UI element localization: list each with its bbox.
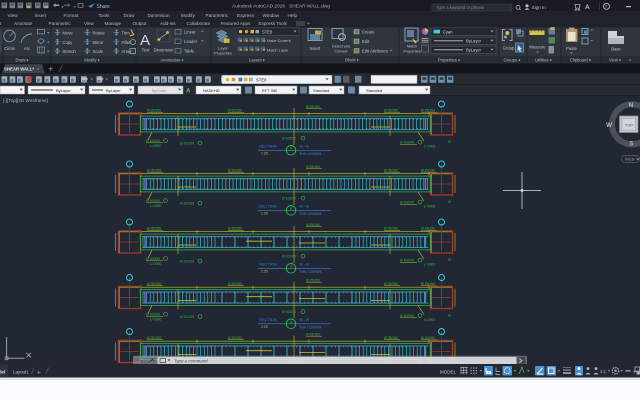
svg-text:ByLayer: ByLayer: [466, 48, 482, 53]
svg-text:Help: Help: [288, 13, 298, 18]
svg-text:Measure: Measure: [529, 45, 546, 50]
svg-text:Make Current: Make Current: [267, 38, 291, 43]
svg-text:Manage: Manage: [105, 21, 122, 26]
svg-text:Insert: Insert: [310, 46, 321, 51]
svg-text:Sign In: Sign In: [532, 5, 547, 10]
svg-text:Properties ▾: Properties ▾: [438, 57, 460, 62]
svg-text:View: View: [8, 13, 19, 18]
svg-text:Text: Text: [142, 48, 151, 53]
svg-text:Dimension: Dimension: [148, 13, 171, 18]
svg-text:Layers ▾: Layers ▾: [249, 57, 265, 62]
svg-text:Modify ▾: Modify ▾: [84, 57, 100, 62]
svg-text:ByLayer: ByLayer: [106, 88, 121, 93]
svg-text:Autodesk AutoCAD 2026 SHEAR: Autodesk AutoCAD 2026 SHEAR WALL.dwg: [232, 4, 330, 10]
svg-text:W: W: [606, 122, 612, 129]
svg-text:Group: Group: [503, 46, 515, 51]
svg-text:Scale: Scale: [93, 49, 104, 54]
svg-text:Type a command: Type a command: [174, 359, 208, 364]
svg-text:EFT 350: EFT 350: [262, 88, 278, 93]
svg-text:?: ?: [605, 4, 608, 9]
svg-text:Window: Window: [263, 13, 280, 18]
svg-text:Annotate: Annotate: [14, 21, 33, 26]
svg-text:Parametric: Parametric: [206, 13, 229, 18]
svg-text:Arc: Arc: [24, 46, 30, 51]
svg-text:Trim: Trim: [122, 30, 131, 35]
svg-text:A: A: [585, 4, 590, 11]
svg-text:·: ·: [593, 5, 594, 10]
svg-text:Annotation ▾: Annotation ▾: [160, 57, 183, 62]
svg-text:N: N: [629, 102, 634, 109]
svg-text:Groups ▾: Groups ▾: [504, 57, 521, 62]
svg-text:Utilities ▾: Utilities ▾: [535, 57, 552, 62]
svg-text:Base: Base: [611, 47, 621, 52]
svg-text:Add-ins: Add-ins: [160, 21, 176, 26]
svg-text:TOP: TOP: [625, 123, 633, 128]
svg-text:Tools: Tools: [99, 13, 111, 18]
svg-text:Type a keyword or phrase: Type a keyword or phrase: [436, 5, 485, 10]
svg-text:Dimension: Dimension: [154, 48, 174, 53]
svg-text:Table: Table: [184, 49, 195, 54]
svg-text:+: +: [49, 65, 54, 74]
svg-text:A: A: [186, 89, 191, 95]
svg-text:Properties: Properties: [403, 49, 420, 53]
svg-text:ByLayer: ByLayer: [56, 88, 71, 93]
svg-text:Format: Format: [64, 13, 80, 18]
svg-text:Convert: Convert: [335, 49, 348, 53]
svg-text:+: +: [633, 369, 637, 376]
svg-text:S: S: [629, 140, 633, 147]
svg-text:WCS: WCS: [625, 157, 635, 162]
svg-text:STE8: STE8: [256, 78, 267, 83]
svg-text:Create: Create: [362, 30, 375, 35]
svg-text:Draw ▾: Draw ▾: [15, 57, 28, 62]
svg-text:Rotate: Rotate: [93, 30, 106, 35]
svg-text:Modify: Modify: [181, 13, 195, 18]
svg-text:Leader: Leader: [184, 39, 198, 44]
svg-text:+: +: [37, 369, 41, 376]
svg-text:×: ×: [37, 66, 40, 71]
svg-text:Copy: Copy: [63, 40, 74, 45]
svg-text:Collaborate: Collaborate: [187, 21, 211, 26]
svg-text:Circle: Circle: [4, 46, 15, 51]
svg-text:A: A: [140, 32, 150, 49]
svg-text:Share: Share: [97, 4, 111, 10]
svg-text:Parametric: Parametric: [49, 21, 72, 26]
svg-text:View: View: [84, 21, 95, 26]
svg-text:Detect and: Detect and: [332, 45, 350, 49]
svg-text:·: ·: [612, 5, 613, 10]
svg-text:Edit: Edit: [362, 39, 370, 44]
svg-text:SHEAR WALL*: SHEAR WALL*: [4, 66, 34, 71]
svg-text:1:1: 1:1: [600, 369, 607, 374]
svg-text:Block ▾: Block ▾: [345, 57, 359, 62]
svg-text:Paste: Paste: [566, 46, 577, 51]
svg-text:ByLayer: ByLayer: [466, 39, 482, 44]
svg-text:Fillet: Fillet: [122, 40, 132, 45]
svg-text:Properties: Properties: [214, 50, 232, 55]
svg-text:Featured Apps: Featured Apps: [221, 21, 252, 26]
svg-text:Express: Express: [237, 13, 255, 18]
svg-text:Output: Output: [133, 21, 148, 26]
svg-text:Stretch: Stretch: [63, 49, 77, 54]
svg-text:·: ·: [568, 5, 569, 10]
svg-text:Edit Attributes: Edit Attributes: [362, 49, 388, 54]
svg-text:Mirror: Mirror: [93, 40, 105, 45]
svg-text:Cyan: Cyan: [443, 30, 453, 35]
svg-text:Linear: Linear: [184, 30, 196, 35]
svg-text:Insert: Insert: [35, 13, 47, 18]
svg-text:Match Layer: Match Layer: [267, 47, 289, 52]
svg-text:Move: Move: [63, 30, 74, 35]
svg-text:Express Tools: Express Tools: [259, 21, 288, 26]
svg-text:STE8: STE8: [262, 30, 273, 35]
svg-text:Standard: Standard: [366, 88, 382, 93]
svg-text:Match: Match: [407, 45, 417, 49]
svg-text:NASKHD: NASKHD: [203, 88, 220, 93]
svg-text:View ▾: View ▾: [609, 57, 621, 62]
svg-text:Model: Model: [0, 369, 5, 374]
svg-text:ByColor: ByColor: [152, 88, 167, 93]
svg-text:Clipboard ▾: Clipboard ▾: [570, 57, 591, 62]
svg-text:MODEL: MODEL: [440, 369, 457, 374]
svg-text:[-][Top][2D Wireframe]: [-][Top][2D Wireframe]: [3, 98, 48, 103]
svg-text:Draw: Draw: [124, 13, 136, 18]
svg-text:Layout1: Layout1: [13, 369, 29, 374]
svg-text:Standard: Standard: [313, 88, 329, 93]
